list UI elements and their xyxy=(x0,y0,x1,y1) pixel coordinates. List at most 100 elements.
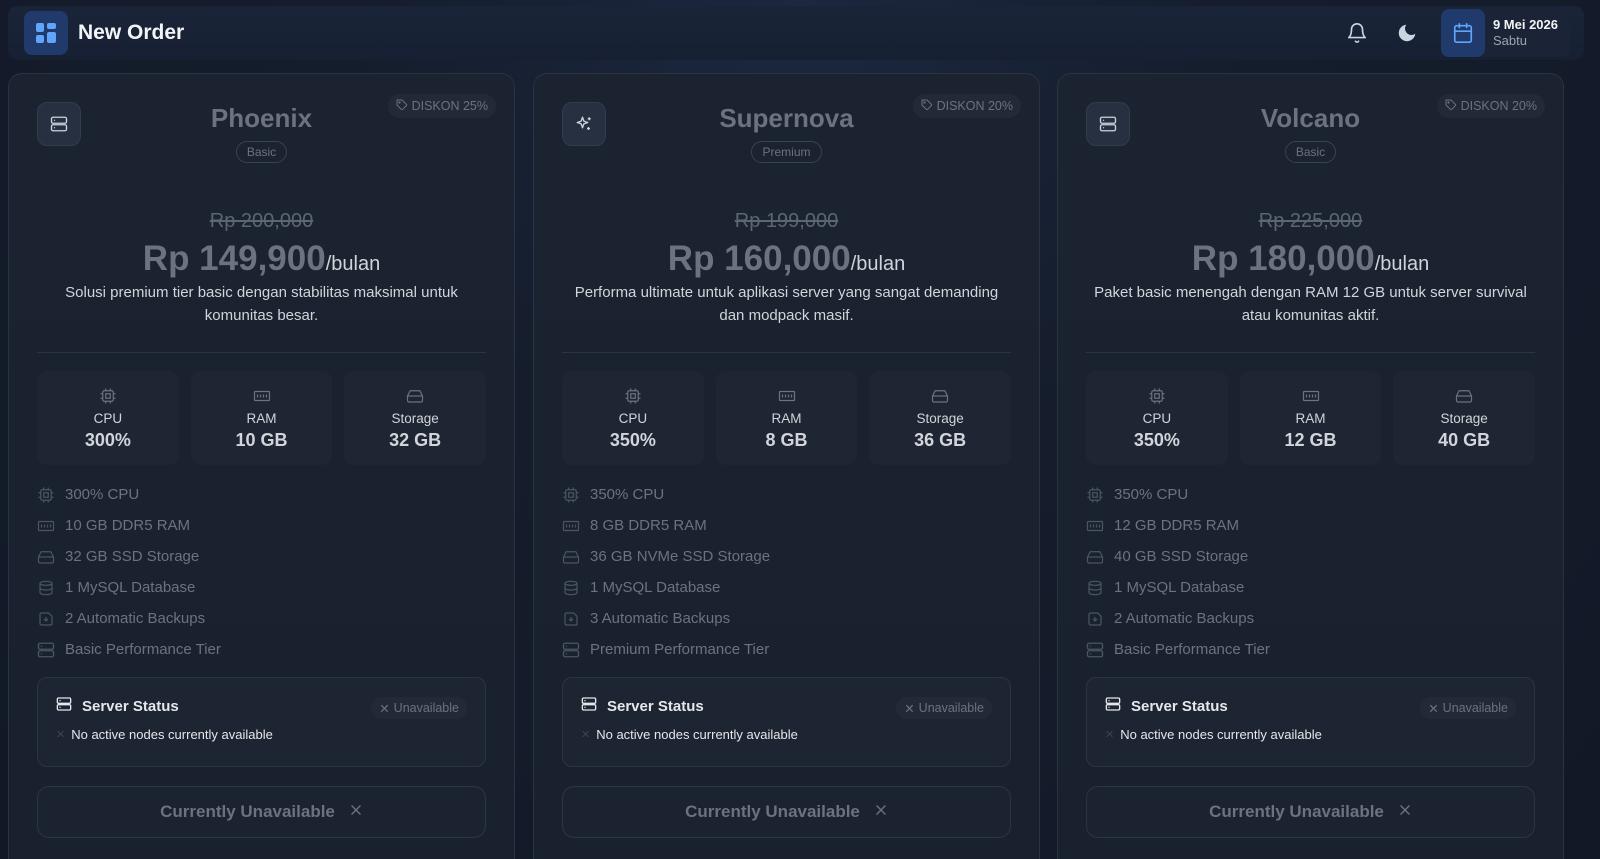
feature-item: 1 MySQL Database xyxy=(562,572,1011,603)
old-price: Rp 200,000 xyxy=(209,210,314,232)
spec-value: 40 GB xyxy=(1438,430,1491,450)
close-icon xyxy=(1398,802,1412,822)
spec-value: 12 GB xyxy=(1284,430,1337,450)
plan-description: Performa ultimate untuk aplikasi server … xyxy=(574,284,999,324)
feature-item: Basic Performance Tier xyxy=(1086,634,1535,665)
feature-list: 350% CPU 8 GB DDR5 RAM 36 GB NVMe SSD Stor… xyxy=(562,479,1011,665)
grid-icon[interactable] xyxy=(24,11,68,55)
server-icon xyxy=(581,696,597,716)
spec-value: 36 GB xyxy=(914,430,967,450)
divider xyxy=(37,352,486,353)
close-icon: ✕ xyxy=(56,729,66,741)
order-button[interactable]: Currently Unavailable xyxy=(37,786,486,838)
close-icon: ✕ xyxy=(1428,701,1439,716)
date-day: Sabtu xyxy=(1492,33,1527,48)
ram-icon xyxy=(777,387,797,410)
feature-text: 300% CPU xyxy=(65,486,140,503)
spec-label: CPU xyxy=(93,411,123,426)
server-icon xyxy=(1086,102,1130,146)
order-button[interactable]: Currently Unavailable xyxy=(1086,786,1535,838)
server-icon xyxy=(37,641,55,659)
tier-badge: Basic xyxy=(1284,141,1337,163)
feature-text: 3 Automatic Backups xyxy=(590,610,731,627)
price-period: /bulan xyxy=(325,253,381,275)
server-icon xyxy=(1086,641,1104,659)
feature-item: 1 MySQL Database xyxy=(1086,572,1535,603)
spec-storage: Storage 40 GB xyxy=(1393,371,1536,465)
close-icon xyxy=(874,802,888,822)
feature-item: 36 GB NVMe SSD Storage xyxy=(562,541,1011,572)
feature-text: Basic Performance Tier xyxy=(65,641,221,658)
price-period: /bulan xyxy=(1374,253,1430,275)
feature-text: 10 GB DDR5 RAM xyxy=(65,517,191,534)
spec-label: Storage xyxy=(1440,411,1488,426)
cpu-icon xyxy=(562,486,580,504)
spec-ram: RAM 8 GB xyxy=(715,371,858,465)
feature-text: 8 GB DDR5 RAM xyxy=(590,517,707,534)
discount-badge: DISKON 25% xyxy=(387,94,496,118)
plan-card-supernova: DISKON 20% Supernova Premium Rp 199,000 … xyxy=(533,73,1040,859)
sparkles-icon xyxy=(562,102,606,146)
bell-icon[interactable] xyxy=(1341,17,1373,49)
server-status-panel: Server Status ✕ Unavailable ✕ No active … xyxy=(37,677,486,767)
spec-value: 350% xyxy=(1133,430,1180,450)
database-icon xyxy=(1086,580,1104,596)
status-badge: ✕ Unavailable xyxy=(1420,697,1516,719)
calendar-icon xyxy=(1440,9,1485,57)
spec-label: Storage xyxy=(391,411,439,426)
close-icon xyxy=(349,802,363,822)
ram-icon xyxy=(562,517,580,535)
spec-label: CPU xyxy=(1142,411,1172,426)
feature-item: 10 GB DDR5 RAM xyxy=(37,510,486,541)
price: Rp 180,000 xyxy=(1191,239,1375,278)
status-title: Server Status xyxy=(82,697,179,715)
spec-value: 10 GB xyxy=(235,430,288,450)
discount-text: DISKON 25% xyxy=(411,99,488,113)
feature-item: 12 GB DDR5 RAM xyxy=(1086,510,1535,541)
feature-text: 36 GB NVMe SSD Storage xyxy=(590,548,771,565)
spec-value: 8 GB xyxy=(765,430,808,450)
cpu-icon xyxy=(1148,387,1166,410)
old-price: Rp 225,000 xyxy=(1258,210,1363,232)
moon-icon[interactable] xyxy=(1391,17,1423,49)
status-badge: ✕ Unavailable xyxy=(896,697,992,719)
discount-badge: DISKON 20% xyxy=(1436,94,1545,118)
spec-cpu: CPU 300% xyxy=(37,371,179,465)
ram-icon xyxy=(1086,517,1104,535)
status-badge-text: Unavailable xyxy=(918,701,984,715)
old-price: Rp 199,000 xyxy=(734,210,839,232)
spec-cpu: CPU 350% xyxy=(562,371,704,465)
feature-item: Basic Performance Tier xyxy=(37,634,486,665)
divider xyxy=(1086,352,1535,353)
status-message: No active nodes currently available xyxy=(1120,727,1322,742)
status-title: Server Status xyxy=(607,697,704,715)
plan-card-phoenix: DISKON 25% Phoenix Basic Rp 200,000 Rp 1… xyxy=(8,73,515,859)
close-icon: ✕ xyxy=(1105,729,1115,741)
server-status-panel: Server Status ✕ Unavailable ✕ No active … xyxy=(1086,677,1535,767)
server-status-panel: Server Status ✕ Unavailable ✕ No active … xyxy=(562,677,1011,767)
feature-item: 350% CPU xyxy=(562,479,1011,510)
backup-icon xyxy=(1086,611,1104,627)
feature-text: 32 GB SSD Storage xyxy=(65,548,200,565)
price: Rp 160,000 xyxy=(667,239,851,278)
close-icon: ✕ xyxy=(904,701,915,716)
tag-icon xyxy=(1445,99,1457,114)
server-icon xyxy=(562,641,580,659)
storage-icon xyxy=(562,548,580,566)
status-title: Server Status xyxy=(1131,697,1228,715)
tag-icon xyxy=(921,99,933,114)
server-icon xyxy=(56,696,72,716)
feature-item: 3 Automatic Backups xyxy=(562,603,1011,634)
feature-list: 300% CPU 10 GB DDR5 RAM 32 GB SSD Storage 1… xyxy=(37,479,486,665)
ram-icon xyxy=(252,387,272,410)
feature-text: 350% CPU xyxy=(590,486,665,503)
close-icon: ✕ xyxy=(379,701,390,716)
spec-storage: Storage 32 GB xyxy=(344,371,487,465)
backup-icon xyxy=(562,611,580,627)
spec-label: Storage xyxy=(916,411,964,426)
status-message: No active nodes currently available xyxy=(71,727,273,742)
order-button-label: Currently Unavailable xyxy=(160,802,335,821)
discount-badge: DISKON 20% xyxy=(912,94,1021,118)
order-button[interactable]: Currently Unavailable xyxy=(562,786,1011,838)
cpu-icon xyxy=(624,387,642,410)
